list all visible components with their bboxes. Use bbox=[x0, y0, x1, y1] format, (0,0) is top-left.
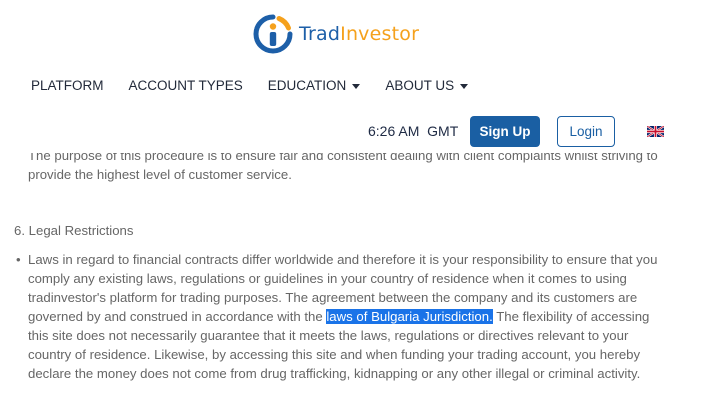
logo-i-icon bbox=[253, 14, 293, 54]
site-header: TradInvestor PLATFORM ACCOUNT TYPES EDUC… bbox=[0, 0, 711, 153]
main-nav: PLATFORM ACCOUNT TYPES EDUCATION ABOUT U… bbox=[31, 78, 493, 93]
clock-time: 6:26 AM bbox=[368, 123, 420, 139]
caret-down-icon bbox=[460, 83, 469, 89]
nav-item-label: ABOUT US bbox=[385, 78, 455, 93]
selected-text[interactable]: laws of Bulgaria Jurisdiction. bbox=[326, 309, 493, 324]
nav-item-about-us[interactable]: ABOUT US bbox=[385, 78, 469, 93]
partial-line-2: provide the highest level of customer se… bbox=[28, 167, 292, 182]
nav-item-education[interactable]: EDUCATION bbox=[268, 78, 361, 93]
nav-item-label: EDUCATION bbox=[267, 78, 347, 93]
clock: 6:26 AM GMT bbox=[368, 123, 458, 139]
section-heading: 6. Legal Restrictions bbox=[14, 223, 134, 238]
nav-item-account-types[interactable]: ACCOUNT TYPES bbox=[129, 78, 243, 93]
brand-name-part1: Trad bbox=[299, 23, 341, 45]
brand-name: TradInvestor bbox=[299, 23, 419, 45]
login-button[interactable]: Login bbox=[557, 116, 615, 147]
logo[interactable]: TradInvestor bbox=[253, 14, 419, 54]
clock-timezone: GMT bbox=[427, 123, 459, 139]
caret-down-icon bbox=[352, 83, 361, 89]
sign-up-button[interactable]: Sign Up bbox=[470, 116, 540, 147]
nav-item-platform[interactable]: PLATFORM bbox=[31, 78, 104, 93]
bullet-dot: • bbox=[16, 252, 21, 267]
header-actions: 6:26 AM GMT Sign Up Login bbox=[0, 115, 711, 149]
list-item: • Laws in regard to financial contracts … bbox=[12, 250, 672, 383]
uk-flag-icon[interactable] bbox=[647, 126, 664, 137]
nav-item-label: ACCOUNT TYPES bbox=[128, 78, 243, 93]
legal-restrictions-list: • Laws in regard to financial contracts … bbox=[12, 250, 672, 383]
page: The purpose of this procedure is to ensu… bbox=[0, 0, 711, 405]
nav-item-label: PLATFORM bbox=[31, 78, 104, 93]
brand-name-part2: Investor bbox=[340, 23, 420, 45]
